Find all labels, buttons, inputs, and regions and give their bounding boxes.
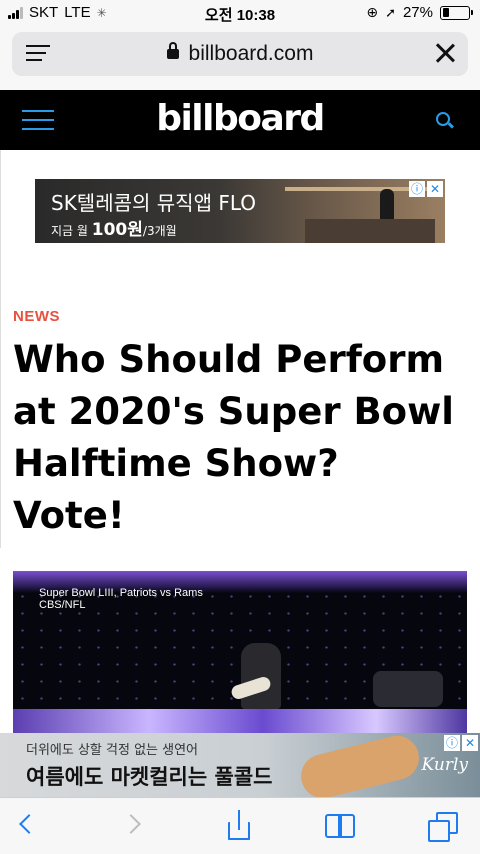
stage-lights [13, 709, 467, 735]
ad-info-icon[interactable]: ⓘ [409, 181, 425, 197]
status-bar: SKT LTE ✳ 오전 10:38 ⊕ ➚ 27% [0, 0, 480, 28]
location-arrow-icon: ➚ [385, 4, 396, 20]
article-headline: Who Should Perform at 2020's Super Bowl … [13, 338, 454, 537]
image-caption-title: Super Bowl LIII, Patriots vs Rams [39, 587, 203, 599]
battery-percent: 27% [402, 4, 433, 21]
kurly-logo: Kurly [421, 755, 468, 775]
url-display[interactable]: billboard.com [12, 42, 468, 66]
ad-choices-bottom[interactable]: ⓘ ✕ [444, 735, 478, 751]
ad-banner-top[interactable]: SK텔레콤의 뮤직앱 FLO 지금 월 100원/3개월 ⓘ ✕ [35, 179, 445, 243]
site-header: billboard [0, 90, 480, 150]
bookmarks-icon[interactable] [325, 812, 359, 840]
share-icon[interactable] [228, 810, 250, 840]
forward-icon[interactable] [124, 812, 140, 836]
orientation-lock-icon: ⊕ [366, 4, 379, 20]
ad-top-price-prefix: 지금 월 [51, 224, 88, 238]
article-kicker[interactable]: NEWS [13, 308, 60, 325]
battery-level [442, 8, 449, 17]
ad-top-price-suffix: /3개월 [142, 224, 177, 238]
url-text: billboard.com [188, 42, 314, 65]
search-icon[interactable] [436, 112, 450, 126]
ad-top-headline: SK텔레콤의 뮤직앱 FLO [51, 191, 257, 215]
ad-top-price: 지금 월 100원/3개월 [51, 215, 177, 240]
image-caption-credit: CBS/NFL [39, 599, 86, 611]
divider [0, 150, 1, 548]
ad-banner-bottom[interactable]: 더위에도 상할 걱정 없는 생연어 여름에도 마켓컬리는 풀콜드 Kurly ⓘ… [0, 733, 480, 797]
performer-figure [241, 643, 281, 709]
billboard-logo[interactable]: billboard [0, 98, 480, 139]
tabs-icon[interactable] [428, 812, 460, 842]
close-icon[interactable] [432, 40, 458, 66]
ad-close-icon[interactable]: ✕ [427, 181, 443, 197]
browser-chrome: billboard.com [0, 28, 480, 103]
address-bar[interactable]: billboard.com [12, 32, 468, 76]
ad-choices[interactable]: ⓘ ✕ [409, 181, 443, 197]
drum-kit-figure [373, 671, 443, 707]
back-icon[interactable] [18, 812, 34, 836]
battery-icon [440, 5, 473, 20]
ad-close-icon[interactable]: ✕ [462, 735, 478, 751]
ad-bottom-subline: 더위에도 상할 걱정 없는 생연어 [26, 743, 199, 758]
lock-icon [166, 42, 179, 59]
ad-top-price-value: 100원 [91, 220, 143, 240]
ad-salmon-photo [296, 733, 424, 797]
status-right: ⊕ ➚ 27% [366, 4, 473, 21]
ad-info-icon[interactable]: ⓘ [444, 735, 460, 751]
browser-toolbar [0, 797, 480, 854]
image-caption: Super Bowl LIII, Patriots vs Rams CBS/NF… [39, 587, 203, 611]
ad-bottom-headline: 여름에도 마켓컬리는 풀콜드 [26, 765, 273, 789]
article-hero-image[interactable]: Super Bowl LIII, Patriots vs Rams CBS/NF… [13, 571, 467, 735]
